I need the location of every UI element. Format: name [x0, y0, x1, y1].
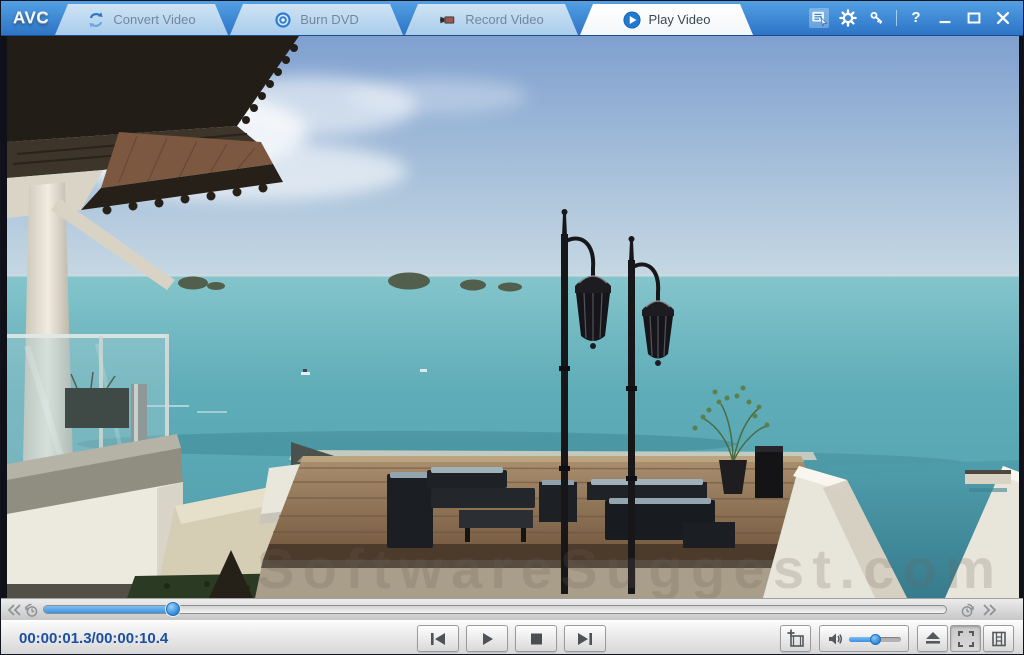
seek-track[interactable]: [43, 605, 947, 614]
key-icon[interactable]: [867, 8, 887, 28]
camcorder-icon: [439, 11, 457, 29]
volume-control: [819, 625, 909, 652]
titlebar: AVC Convert Video Burn DVD: [1, 1, 1023, 36]
video-preview-panel: SoftwareSuggest.com: [1, 36, 1024, 598]
play-circle-icon: [623, 11, 641, 29]
speaker-icon[interactable]: [826, 631, 846, 647]
filmstrip-icon: [989, 629, 1009, 649]
volume-thumb[interactable]: [870, 634, 881, 645]
eject-button[interactable]: [917, 625, 948, 652]
stop-button[interactable]: [515, 625, 557, 652]
help-label: ?: [911, 8, 920, 28]
app-window: AVC Convert Video Burn DVD: [0, 0, 1024, 655]
tab-convert-video[interactable]: Convert Video: [55, 4, 228, 35]
convert-arrows-icon: [87, 11, 105, 29]
tab-label: Record Video: [465, 12, 544, 27]
speaker-box: [755, 446, 783, 498]
seek-bar: [1, 598, 1024, 620]
dvd-disc-icon: [274, 11, 292, 29]
play-icon: [476, 631, 498, 647]
speed-down-clock-icon[interactable]: [23, 602, 40, 618]
maximize-icon[interactable]: [964, 8, 984, 28]
close-icon[interactable]: [993, 8, 1013, 28]
skip-forward-icon: [574, 631, 596, 647]
volume-track[interactable]: [849, 637, 901, 642]
tab-label: Burn DVD: [300, 12, 359, 27]
time-display: 00:00:01.3/00:00:10.4: [19, 621, 168, 655]
add-clip-icon: [786, 629, 806, 649]
player-controls: 00:00:01.3/00:00:10.4: [1, 620, 1024, 655]
tab-record-video[interactable]: Record Video: [405, 4, 578, 35]
tab-bar: Convert Video Burn DVD Record Video: [55, 4, 755, 35]
previous-button[interactable]: [417, 625, 459, 652]
gear-icon[interactable]: [838, 8, 858, 28]
seek-thumb[interactable]: [166, 602, 180, 616]
fullscreen-icon: [956, 629, 976, 649]
next-button[interactable]: [564, 625, 606, 652]
filmstrip-button[interactable]: [983, 625, 1014, 652]
minimize-icon[interactable]: [935, 8, 955, 28]
seek-forward-icon[interactable]: [981, 602, 998, 618]
titlebar-actions: ?: [809, 8, 1013, 28]
help-button[interactable]: ?: [906, 8, 926, 28]
video-canvas[interactable]: SoftwareSuggest.com: [7, 36, 1019, 598]
add-to-convert-button[interactable]: [780, 625, 811, 652]
speed-up-clock-icon[interactable]: [959, 602, 976, 618]
seek-progress-fill: [44, 606, 173, 613]
tab-play-video[interactable]: Play Video: [580, 4, 753, 35]
skip-back-icon: [427, 631, 449, 647]
stop-icon: [525, 631, 547, 647]
seek-back-icon[interactable]: [6, 602, 23, 618]
tab-label: Play Video: [649, 12, 711, 27]
tab-burn-dvd[interactable]: Burn DVD: [230, 4, 403, 35]
eject-icon: [923, 629, 943, 649]
speaker-box-top: [755, 446, 783, 452]
feedback-panel-icon[interactable]: [809, 8, 829, 28]
tab-label: Convert Video: [113, 12, 195, 27]
fullscreen-button[interactable]: [950, 625, 981, 652]
toolbar-divider: [896, 10, 897, 26]
app-logo: AVC: [13, 8, 49, 28]
play-button[interactable]: [466, 625, 508, 652]
